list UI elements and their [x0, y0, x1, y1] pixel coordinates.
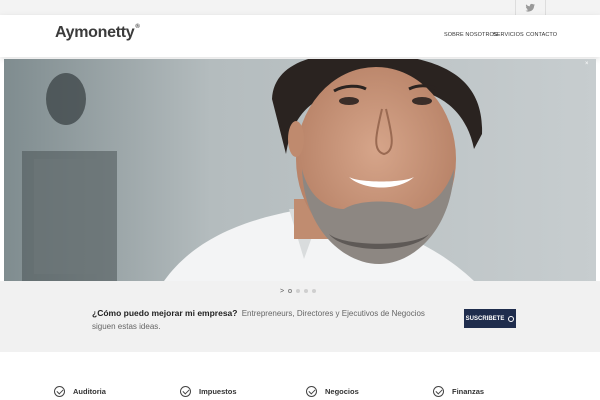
logo-text: Aymonetty: [55, 24, 135, 41]
check-circle-icon: [180, 386, 191, 397]
nav-contacto[interactable]: CONTACTO: [526, 32, 557, 38]
logo-mark: ®: [135, 24, 140, 30]
slider-dot-2[interactable]: [296, 289, 301, 293]
cta-text: ¿Cómo puedo mejorar mi empresa? Entrepre…: [92, 307, 442, 333]
logo[interactable]: Aymonetty®: [55, 24, 140, 42]
feature-label: Finanzas: [452, 387, 485, 396]
feature-auditoria[interactable]: Auditoria: [54, 386, 106, 397]
slider-dot-3[interactable]: [304, 289, 309, 293]
check-circle-icon: [306, 386, 317, 397]
arrow-circle-icon: [508, 315, 515, 322]
cta-question: ¿Cómo puedo mejorar mi empresa?: [92, 308, 238, 318]
slider-dot-1[interactable]: [288, 289, 293, 293]
feature-label: Impuestos: [199, 387, 237, 396]
hero-image: [4, 59, 596, 281]
slider-pagination: >: [280, 286, 317, 296]
slider-next-arrow[interactable]: >: [280, 288, 284, 295]
slider-dot-4[interactable]: [312, 289, 317, 293]
topbar-divider: [545, 0, 546, 15]
site-header: Aymonetty® SOBRE NOSOTROS SERVICIOS CONT…: [0, 15, 600, 57]
check-circle-icon: [433, 386, 444, 397]
feature-impuestos[interactable]: Impuestos: [180, 386, 237, 397]
hero-slider[interactable]: ×: [4, 59, 596, 281]
subscribe-button[interactable]: SUSCRIBETE: [464, 309, 516, 328]
feature-label: Auditoria: [73, 387, 106, 396]
check-circle-icon: [54, 386, 65, 397]
subscribe-label: SUSCRIBETE: [465, 315, 505, 322]
topbar-divider: [515, 0, 516, 15]
feature-finanzas[interactable]: Finanzas: [433, 386, 484, 397]
nav-servicios[interactable]: SERVICIOS: [493, 32, 524, 38]
close-icon[interactable]: ×: [585, 61, 589, 67]
top-bar: [0, 0, 600, 15]
feature-negocios[interactable]: Negocios: [306, 386, 359, 397]
feature-label: Negocios: [325, 387, 359, 396]
nav-sobre-nosotros[interactable]: SOBRE NOSOTROS: [444, 32, 498, 38]
twitter-icon[interactable]: [524, 2, 536, 13]
